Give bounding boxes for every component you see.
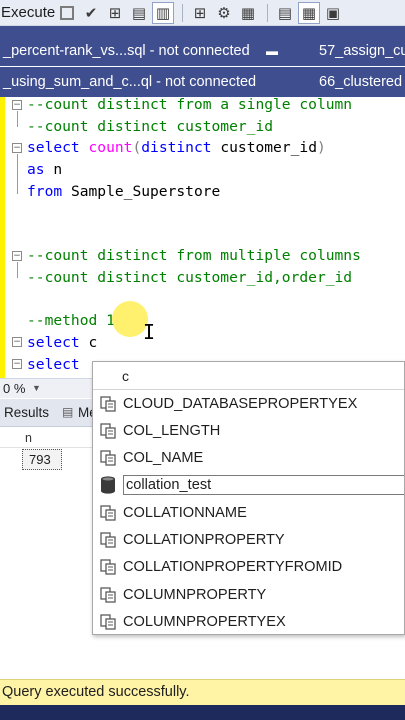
- code-line-9: select c: [27, 332, 97, 354]
- intellisense-item[interactable]: COL_LENGTH: [93, 417, 404, 444]
- tab-clustered[interactable]: 66_clustered: [319, 74, 402, 90]
- ibeam-cursor-icon: I: [143, 320, 156, 344]
- tab-using-sum[interactable]: _using_sum_and_c...ql - not connected: [3, 74, 256, 90]
- intellisense-item-label: CLOUD_DATABASEPROPERTYEX: [123, 395, 358, 412]
- intellisense-item-label: COLLATIONNAME: [123, 504, 247, 521]
- execute-button[interactable]: Execute: [0, 4, 55, 21]
- window-status-strip: [0, 705, 405, 720]
- intellisense-item-label: COLUMNPROPERTYEX: [123, 613, 286, 630]
- pin-icon[interactable]: ▬: [266, 44, 278, 58]
- keyword-distinct: distinct: [141, 139, 212, 156]
- code-line-1: --count distinct from a single column: [27, 97, 353, 113]
- query-options-icon[interactable]: ▤: [128, 2, 150, 24]
- keyword-select: select: [27, 356, 80, 373]
- column-header-n[interactable]: n: [25, 431, 32, 445]
- paren-close: ): [316, 139, 326, 156]
- alias-n: n: [44, 161, 63, 178]
- toolbar-separator: [182, 3, 183, 22]
- intellisense-item[interactable]: COLLATIONPROPERTYFROMID: [93, 554, 404, 581]
- database-icon: [97, 475, 119, 495]
- stop-icon[interactable]: [60, 5, 74, 20]
- intellisense-item-label: COLUMNPROPERTY: [123, 586, 267, 603]
- intellisense-item-label: COL_NAME: [123, 450, 204, 467]
- intellisense-item-label: COL_LENGTH: [123, 422, 221, 439]
- intellisense-item[interactable]: COLLATIONPROPERTY: [93, 527, 404, 554]
- code-line-4: as n: [27, 159, 62, 181]
- parse-checkmark-icon[interactable]: ✔: [80, 2, 102, 24]
- results-to-file-alt-icon[interactable]: ▣: [322, 2, 344, 24]
- chevron-down-icon[interactable]: ▼: [32, 379, 41, 398]
- include-statistics-icon[interactable]: ⚙: [213, 2, 235, 24]
- function-icon: [97, 557, 119, 577]
- messages-icon: ▤: [62, 405, 74, 419]
- results-grid[interactable]: n 793: [0, 427, 92, 677]
- fold-toggle-icon[interactable]: −: [12, 100, 22, 110]
- display-plan-icon[interactable]: ⊞: [189, 2, 211, 24]
- typed-text: c: [79, 334, 98, 351]
- function-icon: [97, 421, 119, 441]
- keyword-from: from: [27, 183, 63, 200]
- keyword-as: as: [27, 161, 45, 178]
- fold-toggle-icon[interactable]: −: [12, 359, 22, 369]
- function-icon: [97, 394, 119, 414]
- document-tab-row-2: _using_sum_and_c...ql - not connected 66…: [0, 67, 405, 97]
- fold-toggle-icon[interactable]: −: [12, 251, 22, 261]
- results-tab-bar: Results ▤ Me: [0, 399, 97, 427]
- toolbar-separator: [267, 3, 268, 22]
- intellisense-item[interactable]: CLOUD_DATABASEPROPERTYEX: [93, 390, 404, 417]
- intellisense-item[interactable]: COL_NAME: [93, 445, 404, 472]
- tab-strip-background: [0, 26, 405, 36]
- grid-cell-value[interactable]: 793: [22, 449, 62, 470]
- tab-results[interactable]: Results: [4, 405, 49, 420]
- document-tab-row-1: _percent-rank_vs...sql - not connected ▬…: [0, 36, 405, 66]
- fold-line: [17, 154, 18, 194]
- function-icon: [97, 530, 119, 550]
- function-count: count: [88, 139, 133, 156]
- keyword-select: select: [27, 139, 80, 156]
- zoom-dropdown[interactable]: 0 % ▼: [0, 378, 92, 398]
- tab-percent-rank[interactable]: _percent-rank_vs...sql - not connected: [3, 43, 250, 59]
- fold-toggle-icon[interactable]: −: [12, 337, 22, 347]
- code-line-3: select count(distinct customer_id): [27, 137, 326, 159]
- paren-open: (: [132, 139, 142, 156]
- intellisense-item-label: collation_test: [123, 475, 404, 496]
- tab-assign-cu[interactable]: 57_assign_cu: [319, 43, 405, 59]
- fold-line: [17, 262, 18, 278]
- function-icon: [97, 503, 119, 523]
- intellisense-filter-text: c: [93, 362, 404, 390]
- change-tracking-margin: [0, 97, 5, 378]
- function-icon: [97, 448, 119, 468]
- code-line-8: --method 1: [27, 312, 115, 329]
- intellisense-item[interactable]: COLLATIONNAME: [93, 499, 404, 526]
- display-estimated-plan-icon[interactable]: ⊞: [104, 2, 126, 24]
- column-customer-id: customer_id: [211, 139, 317, 156]
- keyword-select: select: [27, 334, 80, 351]
- code-line-2: --count distinct customer_id: [27, 118, 274, 135]
- code-line-10: select: [27, 354, 80, 376]
- code-line-5: from Sample_Superstore: [27, 181, 220, 203]
- status-message: Query executed successfully.: [2, 684, 190, 700]
- query-editor[interactable]: − − − − − --count distinct from a single…: [0, 97, 405, 378]
- fold-toggle-icon[interactable]: −: [12, 143, 22, 153]
- intellisense-item[interactable]: COLUMNPROPERTYEX: [93, 608, 404, 634]
- results-to-text-icon[interactable]: ▥: [152, 1, 174, 24]
- code-line-7: --count distinct customer_id,order_id: [27, 269, 353, 286]
- results-to-text-alt-icon[interactable]: ▦: [298, 1, 320, 24]
- toolbar: Execute ✔ ⊞ ▤ ▥ ⊞ ⚙ ▦ ▤ ▦ ▣: [0, 0, 405, 26]
- results-to-grid-icon[interactable]: ▤: [274, 2, 296, 24]
- intellisense-item[interactable]: collation_test: [93, 472, 404, 499]
- intellisense-item[interactable]: COLUMNPROPERTY: [93, 581, 404, 608]
- intellisense-popup[interactable]: c CLOUD_DATABASEPROPERTYEX COL_LENGTH COL_…: [92, 361, 405, 635]
- intellisense-item-label: COLLATIONPROPERTYFROMID: [123, 559, 343, 576]
- grid-divider: [0, 447, 92, 448]
- status-bar: Query executed successfully.: [0, 679, 405, 705]
- code-line-6: --count distinct from multiple columns: [27, 247, 361, 264]
- table-name: Sample_Superstore: [62, 183, 221, 200]
- fold-line: [17, 111, 18, 127]
- function-icon: [97, 585, 119, 605]
- zoom-value: 0 %: [3, 381, 26, 396]
- function-icon: [97, 612, 119, 632]
- results-to-file-icon[interactable]: ▦: [237, 2, 259, 24]
- intellisense-item-label: COLLATIONPROPERTY: [123, 532, 285, 548]
